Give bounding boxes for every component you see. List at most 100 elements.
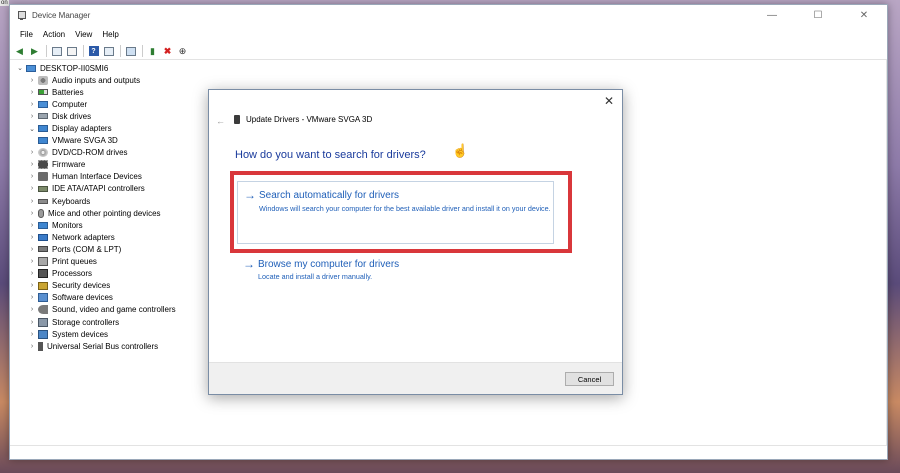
chevron-right-icon[interactable]: ›	[26, 198, 38, 205]
tree-item[interactable]: › Security devices	[14, 280, 176, 292]
back-arrow-icon[interactable]: ←	[216, 116, 225, 126]
tree-item[interactable]: › Disk drives	[14, 110, 176, 122]
dvd-icon	[38, 148, 48, 158]
chevron-right-icon[interactable]: ›	[26, 113, 38, 120]
tree-item[interactable]: › Network adapters	[14, 231, 176, 243]
chevron-right-icon[interactable]: ›	[26, 149, 38, 156]
chevron-right-icon[interactable]: ›	[26, 185, 38, 192]
tree-item-label: Computer	[52, 99, 88, 109]
menu-action[interactable]: Action	[38, 30, 70, 39]
tree-item-label: Print queues	[52, 257, 97, 267]
tree-item[interactable]: VMware SVGA 3D	[14, 135, 176, 147]
usb-icon	[38, 341, 43, 351]
toolbar-divider	[46, 45, 47, 57]
dialog-question: How do you want to search for drivers?	[235, 149, 426, 161]
tree-item[interactable]: ⌄ Display adapters	[14, 122, 176, 134]
disable-device-icon[interactable]: ⊕	[176, 45, 189, 58]
properties-icon[interactable]	[50, 45, 63, 58]
tree-item[interactable]: › System devices	[14, 328, 176, 340]
chevron-right-icon[interactable]: ›	[26, 89, 38, 96]
desktop-computer-icon	[26, 64, 36, 72]
chevron-right-icon[interactable]: ›	[26, 246, 38, 253]
option2-title[interactable]: Browse my computer for drivers	[258, 259, 399, 270]
tree-item-label: VMware SVGA 3D	[52, 136, 118, 146]
tree-item-label: Audio inputs and outputs	[52, 75, 141, 85]
chevron-down-icon[interactable]: ⌄	[26, 125, 38, 133]
tree-item[interactable]: › Universal Serial Bus controllers	[14, 340, 176, 352]
tree-item[interactable]: › Human Interface Devices	[14, 171, 176, 183]
forward-arrow-icon[interactable]: ▶	[28, 45, 41, 58]
mouse-icon	[38, 208, 44, 218]
chip-icon	[38, 160, 48, 170]
help-icon[interactable]: ?	[87, 45, 100, 58]
tree-item[interactable]: › Storage controllers	[14, 316, 176, 328]
chevron-right-icon[interactable]: ›	[26, 161, 38, 168]
chevron-right-icon[interactable]: ›	[26, 343, 38, 350]
port-icon	[38, 246, 48, 253]
window-title: Device Manager	[32, 11, 91, 20]
tree-item-label: DVD/CD-ROM drives	[52, 148, 128, 158]
cancel-button[interactable]: Cancel	[565, 372, 614, 386]
chevron-right-icon[interactable]: ›	[26, 222, 38, 229]
dialog-close-button[interactable]: ✕	[603, 95, 615, 107]
status-bar	[10, 445, 887, 459]
monitor-icon	[38, 137, 48, 145]
minimize-button[interactable]: —	[749, 5, 795, 26]
chevron-right-icon[interactable]: ›	[26, 319, 38, 326]
maximize-button[interactable]: ☐	[795, 5, 841, 26]
software-icon	[38, 293, 48, 303]
tree-item-label: Monitors	[52, 220, 83, 230]
tree-item[interactable]: › Monitors	[14, 219, 176, 231]
scan-hardware-icon[interactable]	[124, 45, 137, 58]
device-view-icon[interactable]	[102, 45, 115, 58]
back-arrow-icon[interactable]: ◀	[13, 45, 26, 58]
tree-item-label: Sound, video and game controllers	[52, 305, 176, 315]
list-view-icon[interactable]	[65, 45, 78, 58]
arrow-right-icon: →	[243, 257, 255, 271]
computer-icon	[38, 100, 48, 108]
chevron-right-icon[interactable]: ›	[26, 282, 38, 289]
chevron-right-icon[interactable]: ›	[26, 306, 38, 313]
hand-cursor-icon: ☝	[452, 143, 469, 158]
chevron-right-icon[interactable]: ›	[26, 101, 38, 108]
tree-item-label: Firmware	[52, 160, 86, 170]
tree-item[interactable]: › Sound, video and game controllers	[14, 304, 176, 316]
tree-item[interactable]: › Processors	[14, 268, 176, 280]
chevron-right-icon[interactable]: ›	[26, 294, 38, 301]
tree-item[interactable]: › Audio inputs and outputs	[14, 74, 176, 86]
battery-icon	[38, 89, 48, 96]
update-driver-icon[interactable]: ▮	[146, 45, 159, 58]
chevron-right-icon[interactable]: ›	[26, 258, 38, 265]
tree-item[interactable]: › Computer	[14, 98, 176, 110]
tree-root[interactable]: ⌄ DESKTOP-II0SMI6	[14, 62, 176, 74]
dialog-header-text: Update Drivers - VMware SVGA 3D	[246, 115, 373, 124]
tree-item[interactable]: › Keyboards	[14, 195, 176, 207]
menu-help[interactable]: Help	[97, 30, 123, 39]
tree-item-label: Display adapters	[52, 124, 112, 134]
chevron-right-icon[interactable]: ›	[26, 270, 38, 277]
dialog-header: Update Drivers - VMware SVGA 3D	[234, 115, 372, 124]
uninstall-device-icon[interactable]: ✖	[161, 45, 174, 58]
close-button[interactable]: ✕	[841, 5, 887, 26]
tree-item-label: Batteries	[52, 87, 84, 97]
tree-item[interactable]: › Ports (COM & LPT)	[14, 243, 176, 255]
tree-item-label: Software devices	[52, 293, 113, 303]
chevron-right-icon[interactable]: ›	[26, 234, 38, 241]
tree-item[interactable]: › IDE ATA/ATAPI controllers	[14, 183, 176, 195]
chevron-right-icon[interactable]: ›	[26, 77, 38, 84]
tree-item[interactable]: › Batteries	[14, 86, 176, 98]
chevron-right-icon[interactable]: ›	[26, 210, 38, 217]
chevron-right-icon[interactable]: ›	[26, 331, 38, 338]
tree-item[interactable]: › Firmware	[14, 159, 176, 171]
chevron-down-icon[interactable]: ⌄	[14, 64, 26, 72]
tree-item-label: Processors	[52, 269, 93, 279]
speaker-icon	[38, 75, 48, 85]
chevron-right-icon[interactable]: ›	[26, 173, 38, 180]
highlight-box	[230, 171, 572, 253]
tree-item[interactable]: › Mice and other pointing devices	[14, 207, 176, 219]
tree-item[interactable]: › Print queues	[14, 256, 176, 268]
menu-view[interactable]: View	[70, 30, 97, 39]
menu-file[interactable]: File	[15, 30, 38, 39]
tree-item[interactable]: › DVD/CD-ROM drives	[14, 147, 176, 159]
tree-item[interactable]: › Software devices	[14, 292, 176, 304]
